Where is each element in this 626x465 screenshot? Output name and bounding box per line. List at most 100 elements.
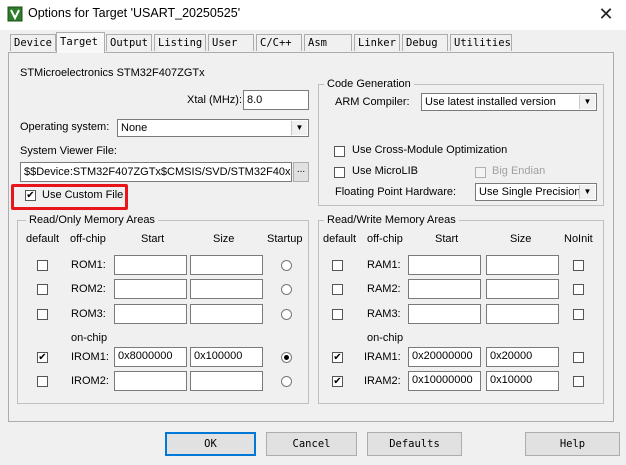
iram1-label: IRAM1: [364,351,401,363]
tab-output[interactable]: Output [106,34,152,51]
rom-header-size: Size [213,233,235,245]
device-name: STMicroelectronics STM32F407ZGTx [20,67,205,79]
rom2-size-input[interactable] [190,279,263,299]
irom1-size-input[interactable]: 0x100000 [190,347,263,367]
ram3-label: RAM3: [367,308,401,320]
microlib-checkbox[interactable] [334,167,345,178]
code-generation-title: Code Generation [324,78,414,90]
iram2-noinit-checkbox[interactable] [573,376,584,387]
iram2-size-input[interactable]: 0x10000 [486,371,559,391]
rom-header-offchip: off-chip [70,233,106,245]
ram1-start-input[interactable] [408,255,481,275]
ram-header-default: default [323,233,357,245]
svd-browse-button[interactable]: ... [293,162,309,182]
rom3-start-input[interactable] [114,304,187,324]
fp-hardware-select[interactable]: Use Single Precision ▼ [475,183,597,201]
radio-selected-dot [284,355,289,360]
tab-listing[interactable]: Listing [154,34,206,51]
cancel-button[interactable]: Cancel [266,432,357,456]
xtal-label: Xtal (MHz): [187,94,242,106]
ram-onchip-label: on-chip [367,332,404,344]
arm-compiler-label: ARM Compiler: [335,96,410,108]
irom2-size-input[interactable] [190,371,263,391]
ok-button[interactable]: OK [165,432,256,456]
microlib-label: Use MicroLIB [352,165,419,177]
irom1-start-input[interactable]: 0x8000000 [114,347,187,367]
tab-target[interactable]: Target [56,32,105,53]
rom-header-default: default [26,233,60,245]
tab-asm[interactable]: Asm [304,34,352,51]
iram1-start-input[interactable]: 0x20000000 [408,347,481,367]
help-button[interactable]: Help [525,432,620,456]
uvision-app-icon [7,6,23,22]
rom1-default-checkbox[interactable] [37,260,48,271]
rom-areas-title: Read/Only Memory Areas [26,214,158,226]
ram3-noinit-checkbox[interactable] [573,309,584,320]
os-select[interactable]: None ▼ [117,119,309,137]
arm-compiler-select[interactable]: Use latest installed version ▼ [421,93,597,111]
chevron-down-icon[interactable]: ▼ [579,185,595,199]
big-endian-checkbox[interactable] [475,167,486,178]
irom1-default-checkbox[interactable]: ✔ [37,352,48,363]
ram2-label: RAM2: [367,283,401,295]
ram1-size-input[interactable] [486,255,559,275]
chevron-down-icon[interactable]: ▼ [579,95,595,109]
ram2-start-input[interactable] [408,279,481,299]
ram3-size-input[interactable] [486,304,559,324]
rom1-size-input[interactable] [190,255,263,275]
rom1-start-input[interactable] [114,255,187,275]
ram3-start-input[interactable] [408,304,481,324]
rom2-start-input[interactable] [114,279,187,299]
ram3-default-checkbox[interactable] [332,309,343,320]
ram-areas-title: Read/Write Memory Areas [324,214,459,226]
irom1-startup-radio[interactable] [281,352,292,363]
rom3-label: ROM3: [71,308,106,320]
tab-c-cpp[interactable]: C/C++ [256,34,302,51]
ram1-default-checkbox[interactable] [332,260,343,271]
cross-module-checkbox[interactable] [334,146,345,157]
tab-debug[interactable]: Debug [402,34,448,51]
iram1-default-checkbox[interactable]: ✔ [332,352,343,363]
irom2-label: IROM2: [71,375,109,387]
ram2-noinit-checkbox[interactable] [573,284,584,295]
fp-hardware-value: Use Single Precision [479,186,581,198]
irom2-default-checkbox[interactable] [37,376,48,387]
rom3-default-checkbox[interactable] [37,309,48,320]
ram2-default-checkbox[interactable] [332,284,343,295]
irom2-start-input[interactable] [114,371,187,391]
rom-header-start: Start [141,233,165,245]
big-endian-label: Big Endian [492,165,546,177]
rom1-startup-radio[interactable] [281,260,292,271]
arm-compiler-value: Use latest installed version [425,96,556,108]
iram2-label: IRAM2: [364,375,401,387]
iram1-size-input[interactable]: 0x20000 [486,347,559,367]
iram2-default-checkbox[interactable]: ✔ [332,376,343,387]
rom-header-startup: Startup [267,233,303,245]
close-icon[interactable]: ✕ [592,2,620,26]
rom3-startup-radio[interactable] [281,309,292,320]
svd-label: System Viewer File: [20,145,117,157]
tab-device[interactable]: Device [10,34,56,51]
window-title: Options for Target 'USART_20250525' [28,6,241,20]
rom2-startup-radio[interactable] [281,284,292,295]
ram-header-size: Size [510,233,532,245]
irom2-startup-radio[interactable] [281,376,292,387]
highlight-annotation [11,184,128,210]
rom1-label: ROM1: [71,259,106,271]
ram2-size-input[interactable] [486,279,559,299]
rom3-size-input[interactable] [190,304,263,324]
rom2-default-checkbox[interactable] [37,284,48,295]
rom2-label: ROM2: [71,283,106,295]
tab-utilities[interactable]: Utilities [450,34,512,51]
ram-header-noinit: NoInit [564,233,593,245]
iram1-noinit-checkbox[interactable] [573,352,584,363]
os-select-value: None [121,122,148,134]
chevron-down-icon[interactable]: ▼ [291,121,307,135]
tab-linker[interactable]: Linker [354,34,400,51]
iram2-start-input[interactable]: 0x10000000 [408,371,481,391]
tab-user[interactable]: User [208,34,254,51]
xtal-input[interactable]: 8.0 [243,90,309,110]
svd-path-input[interactable]: $$Device:STM32F407ZGTx$CMSIS/SVD/STM32F4… [20,162,292,182]
defaults-button[interactable]: Defaults [367,432,462,456]
ram1-noinit-checkbox[interactable] [573,260,584,271]
